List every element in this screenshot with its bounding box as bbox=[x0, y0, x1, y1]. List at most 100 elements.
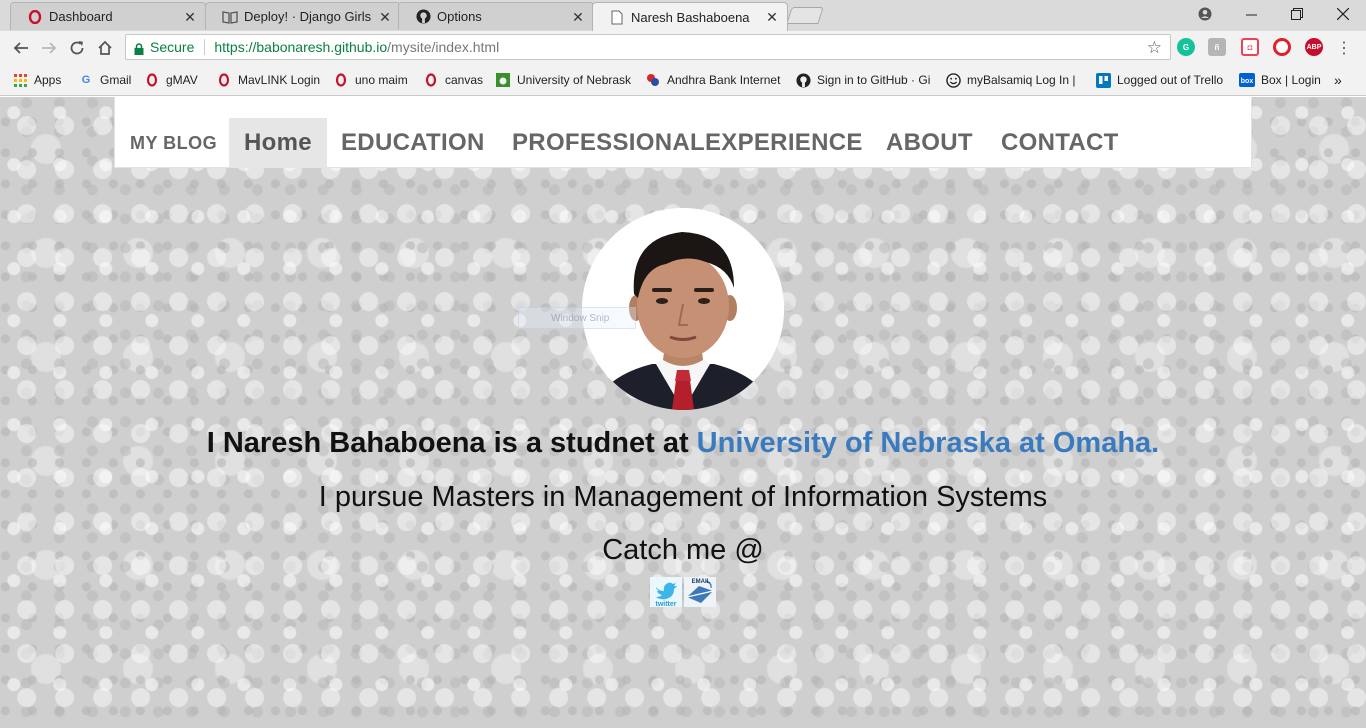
apps-grid-icon bbox=[12, 72, 28, 88]
url-host: https://babonaresh.github.io bbox=[214, 39, 388, 55]
pocket-icon[interactable]: ◘ bbox=[1241, 38, 1259, 56]
tab-title: Naresh Bashaboena bbox=[631, 9, 750, 25]
lock-icon bbox=[134, 42, 144, 55]
minimize-icon[interactable] bbox=[1228, 0, 1274, 28]
bookmark-label: Apps bbox=[34, 73, 62, 87]
home-icon[interactable] bbox=[93, 36, 117, 60]
trello-icon bbox=[1095, 72, 1111, 88]
email-link[interactable]: EMAIL bbox=[684, 577, 716, 607]
email-icon: EMAIL bbox=[684, 577, 716, 607]
bookmark-label: Gmail bbox=[100, 73, 132, 87]
menu-kebab-icon[interactable]: ⋮ bbox=[1332, 36, 1356, 60]
twitter-link[interactable]: twitter bbox=[650, 577, 682, 608]
site-brand[interactable]: MY BLOG bbox=[130, 133, 217, 154]
bookmark-apps[interactable]: Apps bbox=[12, 71, 68, 89]
close-tab-icon[interactable]: ✕ bbox=[378, 10, 392, 24]
bookmark-label: canvas bbox=[445, 73, 484, 87]
browser-toolbar: Secure https://babonaresh.github.io /mys… bbox=[0, 31, 1366, 63]
tab-options[interactable]: Options ✕ bbox=[398, 2, 594, 30]
bookmark-university-of-nebraska[interactable]: University of Nebrask bbox=[495, 71, 635, 89]
bookmark-label: University of Nebrask bbox=[517, 73, 632, 87]
contact-heading: Catch me @ bbox=[602, 534, 764, 566]
bookmark-mavlink-login[interactable]: MavLINK Login bbox=[216, 71, 326, 89]
twitter-icon-label: twitter bbox=[656, 601, 677, 607]
tab-title: Options bbox=[437, 9, 482, 24]
adblock-plus-icon[interactable]: ABP bbox=[1305, 38, 1323, 56]
tab-naresh-bashaboena[interactable]: Naresh Bashaboena ✕ bbox=[592, 2, 788, 31]
bookmark-uno-maim[interactable]: uno maim bbox=[333, 71, 415, 89]
svg-text:box: box bbox=[1241, 78, 1254, 85]
bookmark-label: Box | Login bbox=[1261, 73, 1321, 87]
back-icon[interactable] bbox=[9, 36, 33, 60]
tab-title: Deploy! · Django Girls Tut bbox=[244, 9, 372, 24]
profile-icon[interactable] bbox=[1182, 0, 1228, 28]
secure-label: Secure bbox=[150, 39, 195, 55]
program-text: I pursue Masters in Management of Inform… bbox=[318, 481, 1048, 513]
bookmark-label: MavLINK Login bbox=[238, 73, 321, 87]
tab-title: Dashboard bbox=[49, 9, 113, 24]
bookmarks-bar: Apps G Gmail gMAV MavLINK Login uno maim… bbox=[0, 63, 1366, 96]
extension-icon[interactable]: ñ bbox=[1208, 38, 1226, 56]
box-icon: box bbox=[1239, 72, 1255, 88]
bookmark-sign-in-github[interactable]: Sign in to GitHub · Gi bbox=[795, 71, 935, 89]
secure-indicator[interactable]: Secure bbox=[134, 39, 194, 55]
email-icon-label: EMAIL bbox=[692, 579, 711, 585]
close-window-icon[interactable] bbox=[1320, 0, 1366, 28]
tab-dashboard[interactable]: Dashboard ✕ bbox=[10, 2, 206, 30]
opera-icon bbox=[27, 9, 43, 25]
bookmark-trello[interactable]: Logged out of Trello bbox=[1095, 71, 1231, 89]
bookmark-label: myBalsamiq Log In | bbox=[967, 73, 1076, 87]
bookmark-star-icon[interactable]: ☆ bbox=[1147, 38, 1162, 58]
bookmark-andhra-bank[interactable]: Andhra Bank Internet bbox=[645, 71, 787, 89]
page-viewport: MY BLOG Home EDUCATION PROFESSIONALEXPER… bbox=[0, 97, 1366, 728]
bookmark-label: Sign in to GitHub · Gi bbox=[817, 73, 931, 87]
bookmarks-overflow-icon[interactable]: » bbox=[1334, 71, 1348, 89]
page-icon bbox=[609, 9, 625, 25]
opera-extension-icon[interactable] bbox=[1273, 38, 1291, 56]
intro-text: I Naresh Bahaboena is a studnet at bbox=[206, 427, 697, 459]
opera-icon bbox=[144, 72, 160, 88]
bookmark-label: uno maim bbox=[355, 73, 408, 87]
nav-about[interactable]: ABOUT bbox=[871, 118, 988, 168]
bookmark-box-login[interactable]: box Box | Login bbox=[1239, 71, 1327, 89]
address-bar[interactable]: Secure https://babonaresh.github.io /mys… bbox=[125, 34, 1171, 60]
nav-home[interactable]: Home bbox=[229, 118, 327, 168]
nav-education[interactable]: EDUCATION bbox=[326, 118, 500, 168]
nav-professional-experience[interactable]: PROFESSIONALEXPERIENCE bbox=[497, 118, 878, 168]
book-icon bbox=[222, 9, 238, 25]
site-navbar: MY BLOG Home EDUCATION PROFESSIONALEXPER… bbox=[114, 97, 1252, 168]
nav-contact[interactable]: CONTACT bbox=[986, 118, 1134, 168]
forward-icon[interactable] bbox=[37, 36, 61, 60]
university-link[interactable]: University of Nebraska at Omaha. bbox=[697, 427, 1160, 459]
bookmark-gmav[interactable]: gMAV bbox=[144, 71, 206, 89]
tab-django-girls[interactable]: Deploy! · Django Girls Tut ✕ bbox=[205, 2, 401, 30]
bookmark-label: Andhra Bank Internet bbox=[667, 73, 781, 87]
close-tab-icon[interactable]: ✕ bbox=[183, 10, 197, 24]
divider bbox=[204, 39, 206, 55]
intro-heading: I Naresh Bahaboena is a studnet at Unive… bbox=[0, 427, 1366, 460]
bookmark-label: Logged out of Trello bbox=[1117, 73, 1224, 87]
new-tab-button[interactable] bbox=[786, 7, 824, 24]
close-tab-icon[interactable]: ✕ bbox=[765, 10, 779, 24]
tab-strip: Dashboard ✕ Deploy! · Django Girls Tut ✕… bbox=[0, 0, 1366, 31]
close-tab-icon[interactable]: ✕ bbox=[571, 10, 585, 24]
github-icon bbox=[795, 72, 811, 88]
twitter-icon: twitter bbox=[650, 577, 682, 608]
reload-icon[interactable] bbox=[65, 36, 89, 60]
opera-icon bbox=[333, 72, 349, 88]
window-snip-overlay: Window Snip bbox=[518, 307, 636, 329]
restore-icon[interactable] bbox=[1274, 0, 1320, 28]
opera-icon bbox=[216, 72, 232, 88]
bookmark-mybalsamiq[interactable]: myBalsamiq Log In | bbox=[945, 71, 1085, 89]
url-path: /mysite/index.html bbox=[387, 39, 500, 55]
smiley-icon bbox=[945, 72, 961, 88]
github-icon bbox=[415, 9, 431, 25]
opera-icon bbox=[423, 72, 439, 88]
grammarly-icon[interactable]: G bbox=[1177, 38, 1195, 56]
bookmark-label: gMAV bbox=[166, 73, 198, 87]
unl-icon bbox=[495, 72, 511, 88]
google-icon: G bbox=[81, 74, 91, 86]
bookmark-canvas[interactable]: canvas bbox=[423, 71, 487, 89]
bookmark-gmail[interactable]: G Gmail bbox=[78, 71, 136, 89]
andhra-bank-icon bbox=[645, 72, 661, 88]
